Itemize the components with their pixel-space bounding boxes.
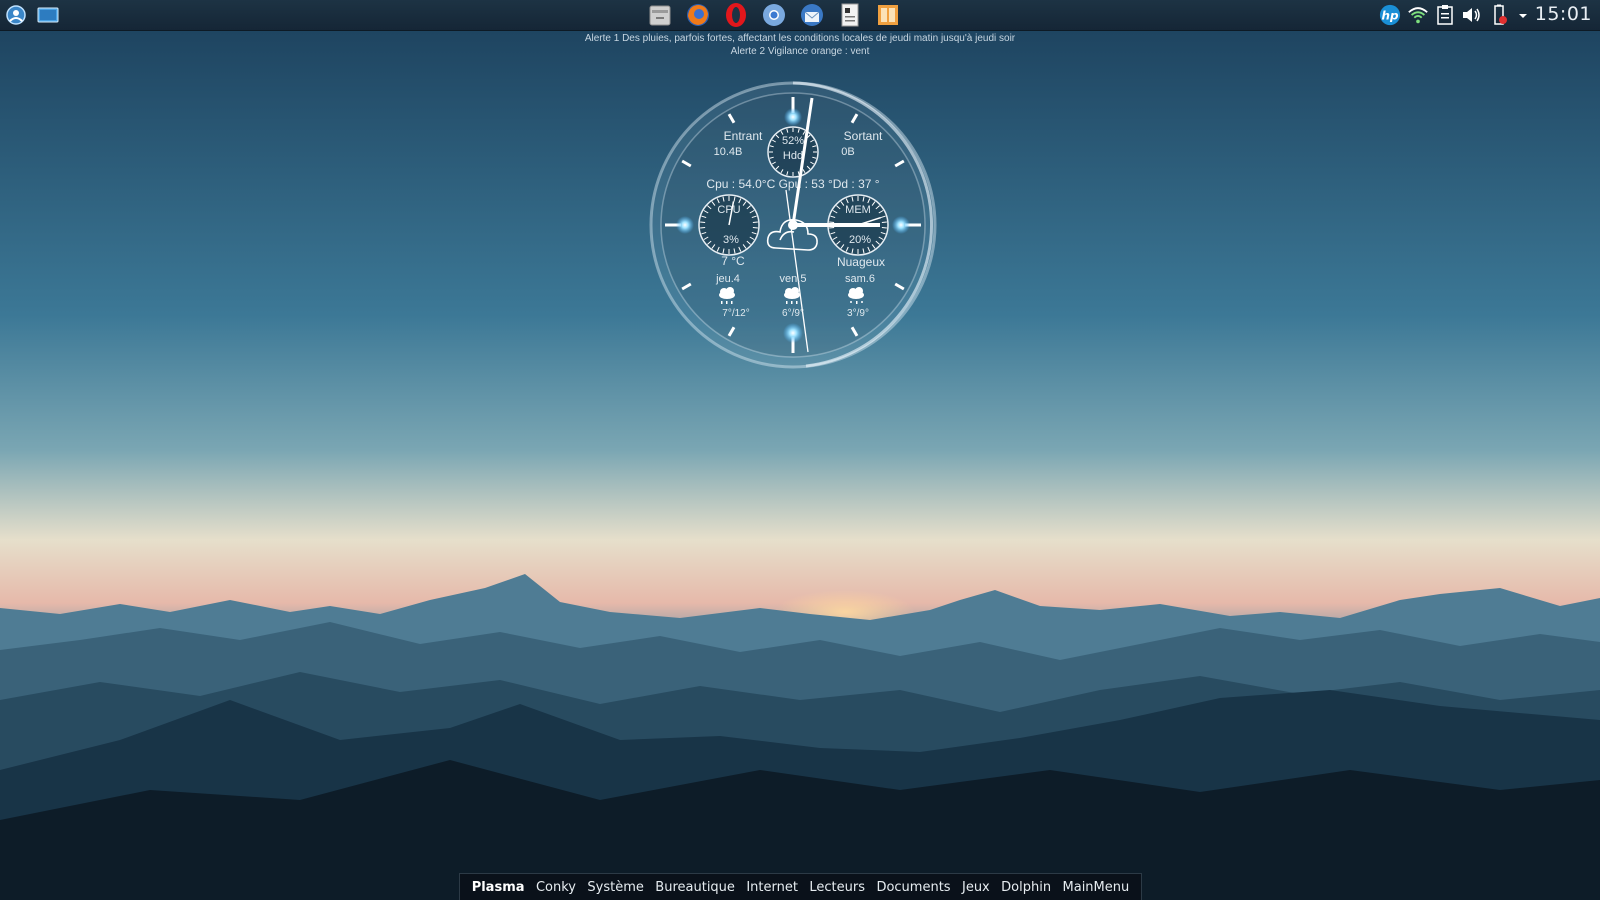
menu-item-plasma[interactable]: Plasma xyxy=(472,880,525,895)
weather-condition: Nuageux xyxy=(837,255,885,269)
bottom-menu-bar: Plasma Conky Système Bureautique Interne… xyxy=(459,873,1142,900)
menu-item-jeux[interactable]: Jeux xyxy=(962,880,990,895)
clock-glow-9 xyxy=(676,216,694,234)
clock-glow-12 xyxy=(784,108,802,126)
weather-temp: 7 °C xyxy=(721,254,745,268)
menu-item-dolphin[interactable]: Dolphin xyxy=(1001,880,1051,895)
volume-icon[interactable] xyxy=(1460,4,1482,26)
temperature-readout: Cpu : 54.0°C Gpu : 53 °Dd : 37 ° xyxy=(706,177,879,191)
tick-mark xyxy=(829,227,835,229)
menu-item-conky[interactable]: Conky xyxy=(536,880,576,895)
file-manager-icon[interactable] xyxy=(647,2,673,28)
net-in-value: 10.4B xyxy=(714,146,743,158)
show-desktop-icon[interactable] xyxy=(36,3,60,27)
menu-item-bureautique[interactable]: Bureautique xyxy=(655,880,735,895)
menu-item-internet[interactable]: Internet xyxy=(746,880,798,895)
net-out-value: 0B xyxy=(841,146,854,158)
tray-expand-icon[interactable] xyxy=(1516,4,1530,26)
hdd-value: 52% xyxy=(782,135,804,147)
battery-icon[interactable] xyxy=(1488,4,1510,26)
cpu-label: CPU xyxy=(717,204,740,216)
wifi-icon[interactable] xyxy=(1406,4,1430,26)
top-panel: hp 15:01 xyxy=(0,0,1600,31)
tick-mark xyxy=(829,221,835,223)
office-icon[interactable] xyxy=(875,2,901,28)
text-editor-icon[interactable] xyxy=(837,2,863,28)
chromium-icon[interactable] xyxy=(761,2,787,28)
hdd-dial: 52% Hdd xyxy=(767,126,819,178)
net-out-label: Sortant xyxy=(844,129,883,143)
forecast-range: 3°/9° xyxy=(847,308,869,319)
tick-mark xyxy=(752,227,758,229)
tick-mark xyxy=(881,227,887,229)
net-in-label: Entrant xyxy=(724,129,763,143)
clock-glow-6 xyxy=(783,323,803,343)
mem-value: 20% xyxy=(849,234,871,246)
clipboard-icon[interactable] xyxy=(1434,4,1456,26)
tick-mark xyxy=(700,221,706,223)
tick-mark xyxy=(881,221,887,223)
kde-launcher-icon[interactable] xyxy=(4,3,28,27)
thunderbird-icon[interactable] xyxy=(799,2,825,28)
cpu-dial: CPU 3% xyxy=(698,194,760,256)
panel-clock[interactable]: 15:01 xyxy=(1535,3,1592,25)
cpu-value: 3% xyxy=(723,234,739,246)
mem-label: MEM xyxy=(845,204,871,216)
menu-item-lecteurs[interactable]: Lecteurs xyxy=(809,880,865,895)
menu-item-documents[interactable]: Documents xyxy=(876,880,950,895)
menu-item-systeme[interactable]: Système xyxy=(587,880,643,895)
forecast-range: 6°/9° xyxy=(782,308,804,319)
menu-item-mainmenu[interactable]: MainMenu xyxy=(1063,880,1130,895)
clock-glow-3 xyxy=(892,216,910,234)
tick-mark xyxy=(752,221,758,223)
weather-alert-2: Alerte 2 Vigilance orange : vent xyxy=(730,46,870,57)
svg-text:hp: hp xyxy=(1382,9,1399,23)
forecast-day-label: ven.5 xyxy=(780,273,807,285)
tick-mark xyxy=(700,227,706,229)
sleet-cloud-icon xyxy=(848,287,864,304)
opera-icon[interactable] xyxy=(723,2,749,28)
hp-icon[interactable]: hp xyxy=(1378,4,1402,26)
conky-clock-widget: Entrant 10.4B Sortant 0B 52% Hdd Cpu : 5… xyxy=(649,81,937,369)
forecast-day-label: jeu.4 xyxy=(715,273,740,285)
weather-alert-1: Alerte 1 Des pluies, parfois fortes, aff… xyxy=(584,33,1016,44)
forecast-day-label: sam.6 xyxy=(845,273,875,285)
firefox-icon[interactable] xyxy=(685,2,711,28)
clock-hub xyxy=(788,220,798,230)
hdd-label: Hdd xyxy=(783,150,803,162)
forecast-range: 7°/12° xyxy=(722,308,749,319)
